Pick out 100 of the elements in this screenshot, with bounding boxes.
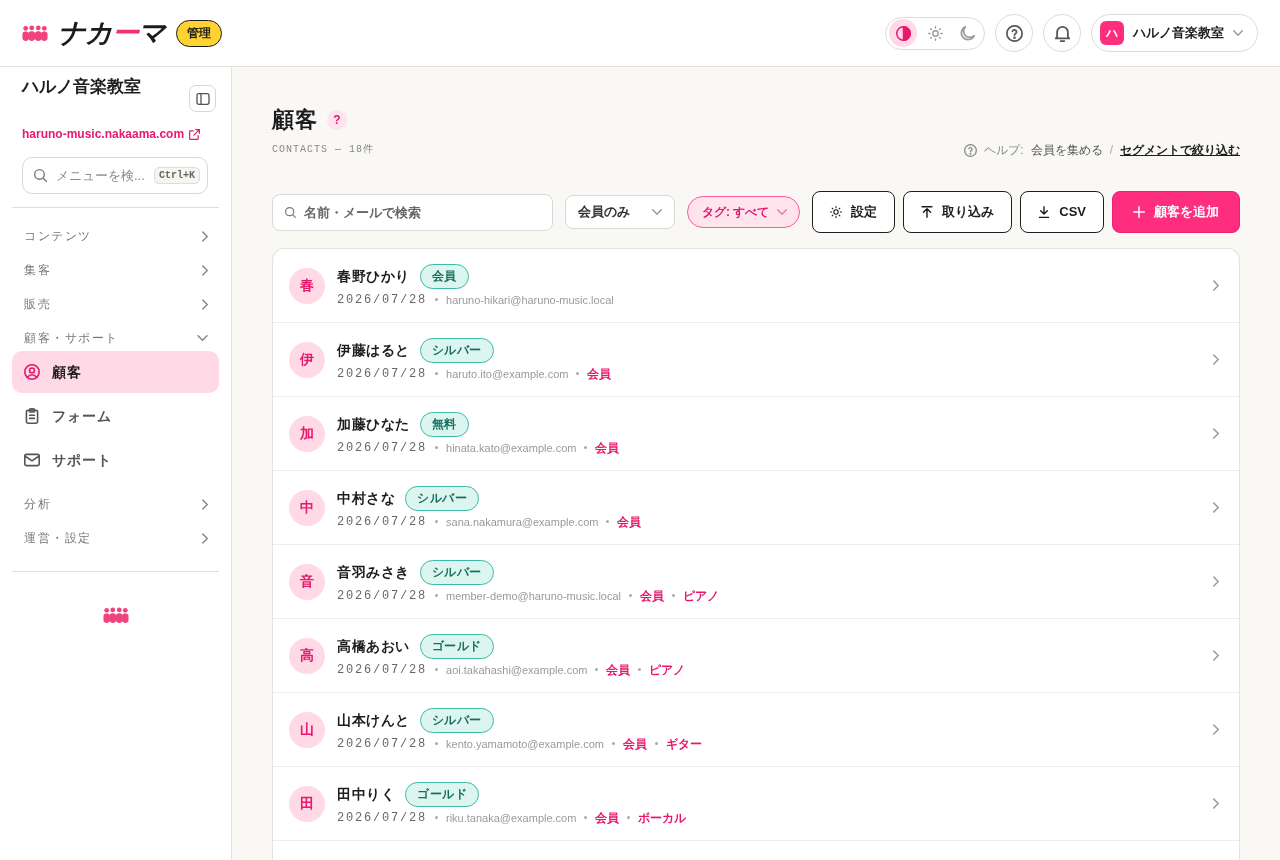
sun-icon <box>927 25 943 41</box>
toolbar-button[interactable]: CSV <box>1020 191 1104 233</box>
contact-name: 高橋あおい <box>337 636 410 656</box>
contact-tag: 会員 <box>622 735 647 752</box>
add-contact-button[interactable]: 顧客を追加 <box>1112 191 1240 233</box>
contact-row[interactable]: 高 高橋あおい ゴールド 2026/07/28 aoi.takahashi@example.com 会員 ピアノ <box>273 619 1239 693</box>
theme-option[interactable] <box>889 19 917 47</box>
chevron-right-icon <box>1213 724 1219 735</box>
tag-filter-button[interactable]: タグ: すべて <box>686 196 801 228</box>
chevron-right-icon <box>1213 428 1219 439</box>
toolbar-button[interactable]: 取り込み <box>903 191 1013 233</box>
account-menu-button[interactable]: ハ ハルノ音楽教室 <box>1091 14 1258 52</box>
contact-tag: 会員 <box>595 439 620 456</box>
chevron-right-icon <box>202 264 208 276</box>
plan-tag: 会員 <box>419 263 469 289</box>
separator-dot-icon <box>435 520 438 523</box>
contact-row[interactable]: 伊 伊藤はると シルバー 2026/07/28 haruto.ito@example.com 会員 <box>273 323 1239 397</box>
contact-date: 2026/07/28 <box>337 587 427 604</box>
nav-item[interactable]: 顧客 <box>12 351 219 393</box>
nav-item[interactable]: フォーム <box>12 395 219 437</box>
contact-avatar: 音 <box>289 563 325 600</box>
sun-icon <box>830 206 843 218</box>
clipboard-icon <box>24 408 40 424</box>
logo-text: ナカーマ <box>58 19 165 47</box>
contact-row[interactable]: 音 音羽みさき シルバー 2026/07/28 member-demo@haruno-music.local 会員 ピアノ <box>273 545 1239 619</box>
nav-group[interactable]: コンテンツ <box>12 223 219 249</box>
contact-avatar: 加 <box>289 415 325 452</box>
plan-tag: シルバー <box>419 337 494 363</box>
chevron-right-icon <box>202 230 208 242</box>
chevron-right-icon <box>1213 798 1219 809</box>
chevron-right-icon <box>1213 502 1219 513</box>
contact-email: hinata.kato@example.com <box>446 440 577 456</box>
separator-dot-icon <box>584 446 588 449</box>
contact-tag: ボーカル <box>638 809 687 826</box>
search-icon <box>34 169 47 182</box>
contact-row[interactable]: 山 山本けんと シルバー 2026/07/28 kento.yamamoto@example.com 会員 ギター <box>273 693 1239 767</box>
plan-tag: ゴールド <box>405 781 479 807</box>
separator-dot-icon <box>435 594 438 597</box>
contact-date: 2026/07/28 <box>337 809 427 826</box>
toolbar-button[interactable]: 設定 <box>812 191 896 233</box>
role-badge: 管理 <box>176 19 222 47</box>
bell-icon <box>1053 24 1071 42</box>
member-filter-select[interactable]: 会員のみ <box>564 195 675 229</box>
collapse-sidebar-button[interactable] <box>189 85 216 112</box>
chevron-right-icon <box>1213 280 1219 291</box>
plan-tag: 無料 <box>419 411 469 437</box>
contact-date: 2026/07/28 <box>337 439 427 456</box>
people-logo-icon <box>102 607 129 623</box>
chevron-right-icon <box>202 298 208 310</box>
plan-tag: シルバー <box>419 559 494 585</box>
nav-group[interactable]: 分析 <box>12 491 219 517</box>
chevron-right-icon <box>1213 576 1219 587</box>
contact-email: kento.yamamoto@example.com <box>446 736 604 752</box>
site-link[interactable]: haruno-music.nakaama.com <box>22 125 201 143</box>
separator-dot-icon <box>627 816 631 819</box>
help-link[interactable]: 会員を集める <box>1030 142 1103 158</box>
contact-row[interactable]: 田 田中りく ゴールド 2026/07/28 riku.tanaka@example.com 会員 ボーカル <box>273 767 1239 841</box>
separator-dot-icon <box>435 816 438 819</box>
chevron-down-icon <box>651 209 662 215</box>
separator-dot-icon <box>435 742 438 745</box>
shortcut-hint: Ctrl+K <box>154 167 200 184</box>
contact-avatar: 中 <box>289 489 325 526</box>
contact-name: 伊藤はると <box>337 340 410 360</box>
nav-group[interactable]: 顧客・サポート <box>12 325 219 351</box>
contact-row[interactable]: 中 中村さな シルバー 2026/07/28 sana.nakamura@example.com 会員 <box>273 471 1239 545</box>
nav-item[interactable]: サポート <box>12 439 219 481</box>
contact-tag: 会員 <box>606 661 631 678</box>
contact-name: 音羽みさき <box>337 562 410 582</box>
separator-dot-icon <box>606 520 610 523</box>
contact-tag: 会員 <box>595 809 620 826</box>
contact-email: aoi.takahashi@example.com <box>446 662 588 678</box>
download-icon <box>1038 206 1051 218</box>
contact-tag: ピアノ <box>649 661 686 678</box>
nav-group[interactable]: 運営・設定 <box>12 525 219 551</box>
contact-search-field[interactable]: 名前・メールで検索 <box>272 193 553 231</box>
help-button[interactable] <box>995 14 1033 52</box>
contact-date: 2026/07/28 <box>337 291 427 308</box>
chevron-right-icon <box>1213 354 1219 365</box>
external-link-icon <box>189 128 201 140</box>
contact-name: 春野ひかり <box>337 266 410 286</box>
notifications-button[interactable] <box>1043 14 1081 52</box>
contact-tag: ピアノ <box>683 587 720 604</box>
people-logo-icon <box>22 25 48 41</box>
nav-group[interactable]: 販売 <box>12 291 219 317</box>
contact-avatar: 伊 <box>289 341 325 378</box>
sidebar-toggle-icon <box>195 92 210 105</box>
contact-row[interactable]: 春 春野ひかり 会員 2026/07/28 haruno-hikari@haruno-music.local <box>273 249 1239 323</box>
segment-link[interactable]: セグメントで絞り込む <box>1120 142 1240 158</box>
contact-tag: ギター <box>665 735 702 752</box>
plan-tag: シルバー <box>405 485 479 511</box>
separator-dot-icon <box>611 742 615 745</box>
title-help-button[interactable]: ? <box>327 110 347 130</box>
separator-dot-icon <box>576 372 580 375</box>
separator-dot-icon <box>435 372 438 375</box>
search-icon <box>285 206 296 218</box>
chevron-down-icon <box>777 209 788 215</box>
contact-row[interactable]: 加 加藤ひなた 無料 2026/07/28 hinata.kato@example.com 会員 <box>273 397 1239 471</box>
contact-name: 加藤ひなた <box>337 414 410 434</box>
contact-email: member-demo@haruno-music.local <box>446 588 622 604</box>
nav-group[interactable]: 集客 <box>12 257 219 283</box>
